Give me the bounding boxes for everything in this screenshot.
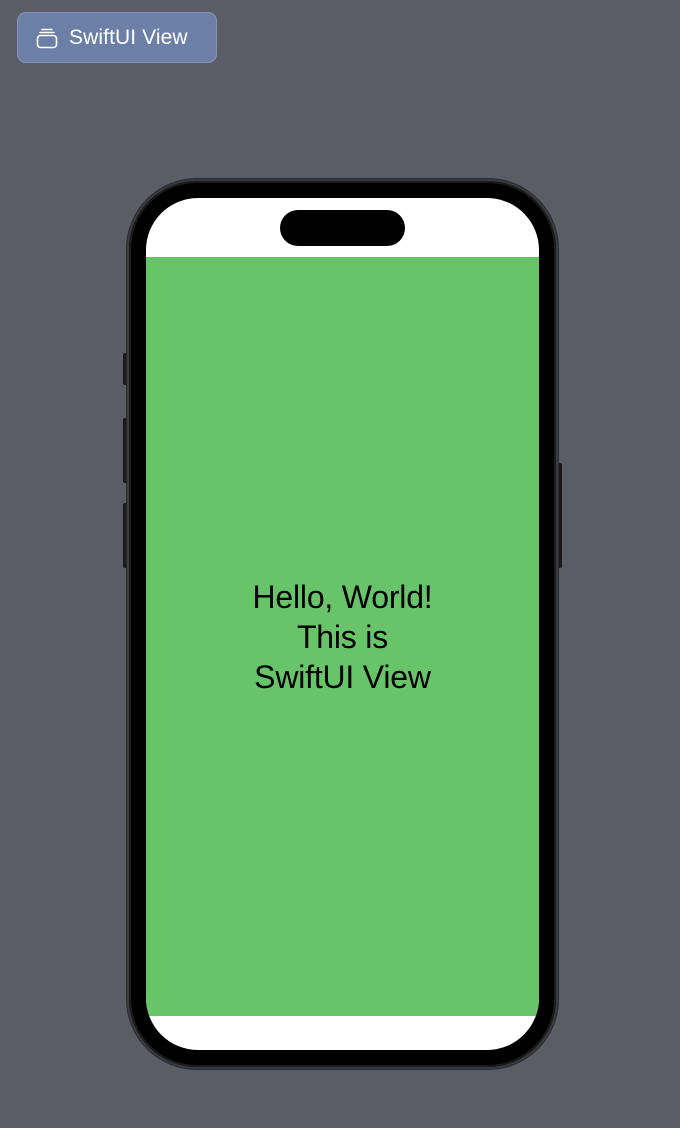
volume-up-button [123,418,128,483]
power-button [557,463,562,568]
text-line-3: SwiftUI View [254,658,431,695]
dynamic-island [280,210,405,246]
device-screen: Hello, World! This is SwiftUI View [146,198,539,1050]
preview-canvas: SwiftUI View Hello, World! This is Swift… [0,0,680,1128]
preview-label: SwiftUI View [69,25,188,49]
text-line-2: This is [296,618,389,655]
swiftui-content-view: Hello, World! This is SwiftUI View [146,257,539,1016]
hello-text: Hello, World! This is SwiftUI View [253,577,433,697]
text-line-1: Hello, World! [252,578,433,615]
action-button [123,353,128,385]
stacked-squares-icon [35,26,59,50]
volume-down-button [123,503,128,568]
preview-selector-button[interactable]: SwiftUI View [17,12,217,63]
